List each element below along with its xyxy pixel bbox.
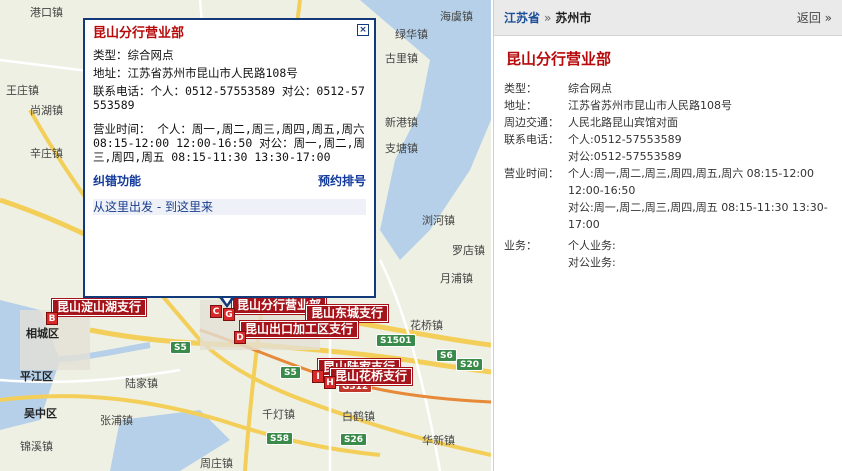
popup-title: 昆山分行营业部 xyxy=(93,26,185,41)
info-row: 营业时间： 个人:周一,周二,周三,周四,周五,周六 08:15-12:00 12… xyxy=(504,165,834,199)
info-key: 周边交通： xyxy=(504,116,559,129)
place-label: 华新镇 xyxy=(422,434,455,447)
info-value: 对公:周一,周二,周三,周四,周五 08:15-11:30 13:30-17:0… xyxy=(568,201,828,231)
close-icon[interactable]: × xyxy=(357,24,369,36)
place-label: 花桥镇 xyxy=(410,319,443,332)
info-key: 营业时间： xyxy=(504,167,559,180)
branch-title: 昆山分行营业部 xyxy=(506,50,612,68)
place-label: 港口镇 xyxy=(30,6,63,19)
info-value: 个人:周一,周二,周三,周四,周五,周六 08:15-12:00 12:00-1… xyxy=(568,167,815,197)
place-label: 陆家镇 xyxy=(125,377,158,390)
branch-info-table: 类型： 综合网点 地址： 江苏省苏州市昆山市人民路108号 周边交通： 人民北路昆山宾… xyxy=(504,80,834,271)
road-shield: S20 xyxy=(456,358,484,371)
branch-label[interactable]: 昆山淀山湖支行 xyxy=(50,298,148,317)
breadcrumb-separator: » xyxy=(544,11,552,25)
info-row: 业务： 个人业务: xyxy=(504,237,834,254)
place-label: 新港镇 xyxy=(385,116,418,129)
breadcrumb: 江苏省 » 苏州市 返回 » xyxy=(494,0,842,36)
correction-link[interactable]: 纠错功能 xyxy=(93,172,141,189)
breadcrumb-city: 苏州市 xyxy=(555,11,592,25)
place-label: 古里镇 xyxy=(385,52,418,65)
road-shield: S26 xyxy=(340,433,368,446)
place-label: 锦溪镇 xyxy=(20,440,53,453)
place-label: 罗店镇 xyxy=(452,244,485,257)
place-label: 白鹤镇 xyxy=(342,410,375,423)
info-value: 江苏省苏州市昆山市人民路108号 xyxy=(568,99,732,112)
route-from-link[interactable]: 从这里出发 xyxy=(93,200,153,214)
road-shield: S1501 xyxy=(376,334,416,347)
info-row: 对公:周一,周二,周三,周四,周五 08:15-11:30 13:30-17:0… xyxy=(504,199,834,233)
branch-pin[interactable]: H xyxy=(324,376,336,389)
place-label: 王庄镇 xyxy=(6,84,39,97)
info-row: 类型： 综合网点 xyxy=(504,80,834,97)
branch-label[interactable]: 昆山花桥支行 xyxy=(328,367,414,386)
place-label: 尚湖镇 xyxy=(30,104,63,117)
info-key: 地址： xyxy=(504,99,537,112)
info-key: 业务： xyxy=(504,239,537,252)
queue-booking-link[interactable]: 预约排号 xyxy=(318,172,366,189)
info-key xyxy=(504,254,568,271)
place-label: 辛庄镇 xyxy=(30,147,63,160)
route-to-link[interactable]: 到这里来 xyxy=(165,200,213,214)
branch-pin[interactable]: B xyxy=(46,312,58,325)
road-shield: S6 xyxy=(436,349,457,362)
branch-pin[interactable]: I xyxy=(312,370,324,383)
branch-info-popup: 昆山分行营业部 × 类型：综合网点 地址：江苏省苏州市昆山市人民路108号 联系… xyxy=(83,18,376,298)
popup-phone: 联系电话：个人：0512-57553589 对公：0512-57553589 xyxy=(93,84,365,112)
popup-hours: 营业时间： 个人：周一,周二,周三,周四,周五,周六 08:15-12:00 1… xyxy=(93,122,366,164)
place-label: 绿华镇 xyxy=(395,28,428,41)
info-key: 类型： xyxy=(504,82,537,95)
info-row: 周边交通： 人民北路昆山宾馆对面 xyxy=(504,114,834,131)
route-bar: 从这里出发 - 到这里来 xyxy=(93,199,366,215)
info-row: 对公业务: xyxy=(504,254,834,271)
place-label: 千灯镇 xyxy=(262,408,295,421)
popup-type: 类型：综合网点 xyxy=(93,48,174,62)
info-value: 个人:0512-57553589 xyxy=(568,133,682,146)
district-label: 相城区 xyxy=(26,327,59,340)
road-shield: S5 xyxy=(170,341,191,354)
place-label: 浏河镇 xyxy=(422,214,455,227)
info-value: 人民北路昆山宾馆对面 xyxy=(568,116,678,129)
branch-label[interactable]: 昆山出口加工区支行 xyxy=(238,320,360,339)
breadcrumb-province[interactable]: 江苏省 xyxy=(504,11,540,25)
info-key: 联系电话： xyxy=(504,133,559,146)
branch-pin[interactable]: G xyxy=(223,308,235,321)
info-row: 对公:0512-57553589 xyxy=(504,148,834,165)
info-key xyxy=(504,148,568,165)
popup-address: 地址：江苏省苏州市昆山市人民路108号 xyxy=(93,66,298,80)
info-value: 综合网点 xyxy=(568,82,612,95)
back-link[interactable]: 返回 » xyxy=(797,0,832,36)
place-label: 张浦镇 xyxy=(100,414,133,427)
info-value: 对公业务: xyxy=(568,256,616,269)
district-label: 吴中区 xyxy=(24,407,57,420)
popup-actions: 纠错功能 预约排号 xyxy=(93,172,366,189)
place-label: 海虞镇 xyxy=(440,10,473,23)
bank-locator-page: 港口镇 海虞镇 王庄镇 尚湖镇 辛庄镇 古里镇 绿华镇 新港镇 支塘镇 浏河镇 … xyxy=(0,0,842,471)
road-shield: S5 xyxy=(280,366,301,379)
map-view[interactable]: 港口镇 海虞镇 王庄镇 尚湖镇 辛庄镇 古里镇 绿华镇 新港镇 支塘镇 浏河镇 … xyxy=(0,0,491,471)
place-label: 支塘镇 xyxy=(385,142,418,155)
branch-detail-panel: 江苏省 » 苏州市 返回 » 昆山分行营业部 类型： 综合网点 地址： 江苏省苏州市昆山… xyxy=(493,0,842,471)
info-value: 个人业务: xyxy=(568,239,616,252)
info-row: 地址： 江苏省苏州市昆山市人民路108号 xyxy=(504,97,834,114)
place-label: 月浦镇 xyxy=(440,272,473,285)
district-label: 平江区 xyxy=(20,370,53,383)
info-key xyxy=(504,199,568,233)
branch-label[interactable]: 昆山东城支行 xyxy=(304,304,390,323)
info-row: 联系电话： 个人:0512-57553589 xyxy=(504,131,834,148)
road-shield: S58 xyxy=(266,432,294,445)
info-value: 对公:0512-57553589 xyxy=(568,150,682,163)
place-label: 周庄镇 xyxy=(200,457,233,470)
route-separator: - xyxy=(153,200,165,214)
branch-pin[interactable]: D xyxy=(234,331,246,344)
